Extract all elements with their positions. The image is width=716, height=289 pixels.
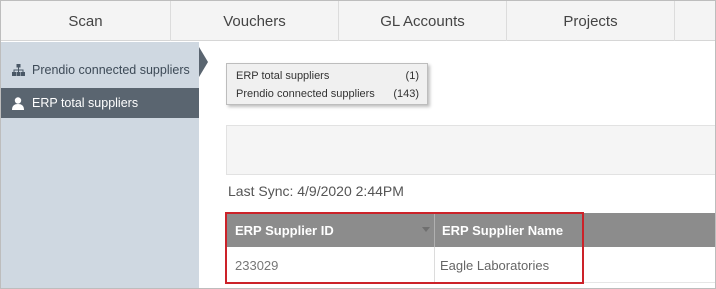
last-sync-text: Last Sync: 4/9/2020 2:44PM — [228, 183, 404, 199]
sidebar-item-label: ERP total suppliers — [32, 96, 139, 110]
sidebar-item-erp-total-suppliers[interactable]: ERP total suppliers — [1, 88, 199, 118]
table-header: ERP Supplier ID ERP Supplier Name — [226, 213, 715, 247]
dropdown-option-prendio-connected[interactable]: Prendio connected suppliers (143) — [236, 86, 419, 102]
tab-projects[interactable]: Projects — [507, 1, 675, 41]
column-header-erp-supplier-name[interactable]: ERP Supplier Name — [442, 213, 563, 247]
option-count: (1) — [405, 70, 419, 82]
tab-scan[interactable]: Scan — [1, 1, 171, 41]
org-chart-icon — [11, 63, 25, 77]
column-divider — [434, 247, 435, 283]
column-header-erp-supplier-id[interactable]: ERP Supplier ID — [235, 213, 334, 247]
option-label: Prendio connected suppliers — [236, 88, 375, 100]
top-nav: Scan Vouchers GL Accounts Projects — [1, 1, 715, 41]
table-row[interactable]: 233029 Eagle Laboratories — [226, 247, 715, 283]
active-item-pointer — [199, 47, 208, 77]
sort-down-icon[interactable] — [422, 227, 430, 232]
dropdown-option-erp-total[interactable]: ERP total suppliers (1) — [236, 68, 419, 84]
tab-gl-accounts[interactable]: GL Accounts — [339, 1, 507, 41]
tab-vouchers[interactable]: Vouchers — [171, 1, 339, 41]
sidebar: Prendio connected suppliers ERP total su… — [1, 42, 199, 288]
option-label: ERP total suppliers — [236, 70, 330, 82]
sidebar-item-label: Prendio connected suppliers — [32, 63, 190, 77]
cell-supplier-name: Eagle Laboratories — [440, 257, 550, 273]
user-icon — [11, 96, 25, 110]
tab-more[interactable] — [675, 1, 715, 41]
sidebar-item-prendio-connected-suppliers[interactable]: Prendio connected suppliers — [1, 55, 199, 85]
app-window: Scan Vouchers GL Accounts Projects Prend… — [0, 0, 716, 289]
column-divider[interactable] — [434, 213, 435, 247]
cell-supplier-id: 233029 — [235, 257, 279, 273]
filter-panel — [226, 125, 715, 175]
supplier-filter-dropdown[interactable]: ERP total suppliers (1) Prendio connecte… — [226, 63, 428, 105]
option-count: (143) — [393, 88, 419, 100]
